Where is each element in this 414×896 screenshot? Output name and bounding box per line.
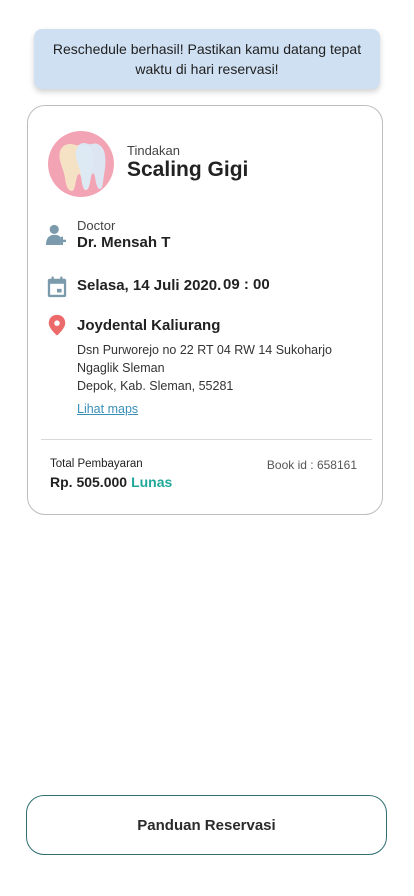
address-line-1: Dsn Purworejo no 22 RT 04 RW 14 Sukoharj… [77,343,332,357]
doctor-label: Doctor [77,218,116,233]
reservation-date: Selasa, 14 Juli 2020. [77,277,222,294]
reservation-guide-button[interactable]: Panduan Reservasi [26,795,387,855]
reservation-time: 09 : 00 [223,276,270,293]
calendar-icon [47,276,67,298]
treatment-title: Scaling Gigi [127,158,249,181]
toast-line-2: waktu di hari reservasi! [135,61,279,77]
doctor-name: Dr. Mensah T [77,234,171,251]
book-id: Book id : 658161 [266,458,357,472]
tooth-icon [48,131,114,197]
card-divider [41,439,372,440]
payment-status-badge: Lunas [131,474,173,490]
toast-line-1: Reschedule berhasil! Pastikan kamu datan… [52,41,362,57]
total-payment-label: Total Pembayaran [50,458,143,470]
treatment-label: Tindakan [127,143,180,158]
address-line-2: Ngaglik Sleman [77,361,165,375]
payment-amount-value: Rp. 505.000 [50,474,128,490]
location-pin-icon [48,314,66,336]
payment-amount: Rp. 505.000 Lunas [50,474,172,490]
view-maps-link[interactable]: Lihat maps [77,402,138,416]
clinic-name: Joydental Kaliurang [77,317,221,334]
reservation-card: Tindakan Scaling Gigi Doctor Dr. Mensah … [27,105,383,515]
success-toast: Reschedule berhasil! Pastikan kamu datan… [34,29,380,89]
doctor-add-icon [46,224,66,245]
address-line-3: Depok, Kab. Sleman, 55281 [77,379,234,393]
